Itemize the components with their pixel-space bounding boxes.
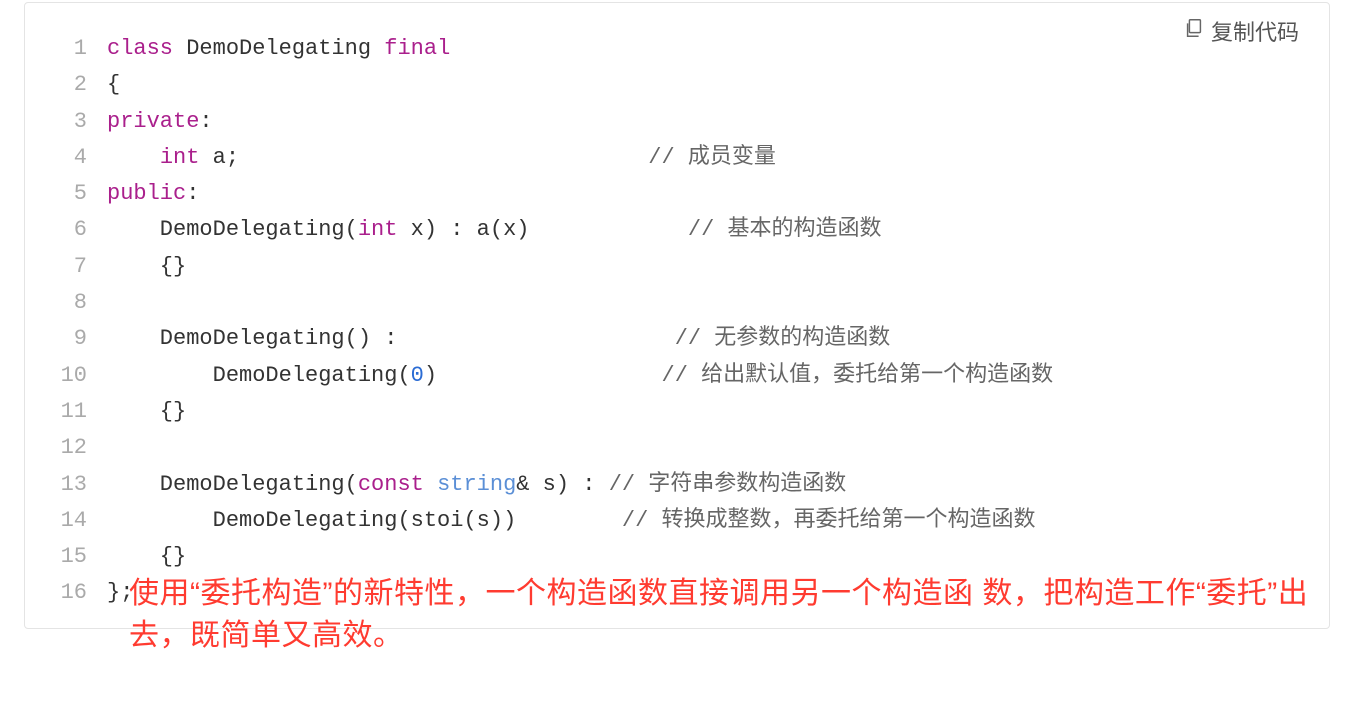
code-content: DemoDelegating() : // 无参数的构造函数 xyxy=(107,321,890,357)
code-content: DemoDelegating(const string& s) : // 字符串… xyxy=(107,467,846,503)
code-content: int a; // 成员变量 xyxy=(107,140,776,176)
code-content: DemoDelegating(0) // 给出默认值，委托给第一个构造函数 xyxy=(107,358,1053,394)
code-content: private: xyxy=(107,104,213,140)
line-number: 4 xyxy=(49,140,107,176)
code-line: 1class DemoDelegating final xyxy=(49,31,1305,67)
code-line: 8 xyxy=(49,285,1305,321)
code-line: 15 {} xyxy=(49,539,1305,575)
copy-button-label: 复制代码 xyxy=(1211,15,1299,47)
line-number: 3 xyxy=(49,104,107,140)
line-number: 12 xyxy=(49,430,107,466)
code-line: 3private: xyxy=(49,104,1305,140)
annotation-text: 使用“委托构造”的新特性，一个构造函数直接调用另一个构造函 数，把构造工作“委托… xyxy=(129,573,1329,657)
code-content: {} xyxy=(107,539,186,575)
code-line: 5public: xyxy=(49,176,1305,212)
line-number: 16 xyxy=(49,575,107,611)
code-content: class DemoDelegating final xyxy=(107,31,450,67)
copy-icon xyxy=(1183,17,1205,45)
line-number: 5 xyxy=(49,176,107,212)
line-number: 10 xyxy=(49,358,107,394)
line-number: 9 xyxy=(49,321,107,357)
code-content: {} xyxy=(107,249,186,285)
line-number: 8 xyxy=(49,285,107,321)
line-number: 2 xyxy=(49,67,107,103)
code-line: 10 DemoDelegating(0) // 给出默认值，委托给第一个构造函数 xyxy=(49,358,1305,394)
code-content: DemoDelegating(int x) : a(x) // 基本的构造函数 xyxy=(107,212,882,248)
code-content: DemoDelegating(stoi(s)) // 转换成整数，再委托给第一个… xyxy=(107,503,1036,539)
code-panel: 复制代码 1class DemoDelegating final2{3priva… xyxy=(24,2,1330,629)
code-content: public: xyxy=(107,176,199,212)
line-number: 11 xyxy=(49,394,107,430)
code-line: 2{ xyxy=(49,67,1305,103)
line-number: 14 xyxy=(49,503,107,539)
code-line: 6 DemoDelegating(int x) : a(x) // 基本的构造函… xyxy=(49,212,1305,248)
code-content: { xyxy=(107,67,120,103)
line-number: 1 xyxy=(49,31,107,67)
code-line: 12 xyxy=(49,430,1305,466)
code-content: {} xyxy=(107,394,186,430)
line-number: 6 xyxy=(49,212,107,248)
code-line: 13 DemoDelegating(const string& s) : // … xyxy=(49,467,1305,503)
line-number: 15 xyxy=(49,539,107,575)
code-line: 7 {} xyxy=(49,249,1305,285)
code-line: 9 DemoDelegating() : // 无参数的构造函数 xyxy=(49,321,1305,357)
code-line: 14 DemoDelegating(stoi(s)) // 转换成整数，再委托给… xyxy=(49,503,1305,539)
copy-button[interactable]: 复制代码 xyxy=(1183,15,1299,47)
code-line: 11 {} xyxy=(49,394,1305,430)
line-number: 13 xyxy=(49,467,107,503)
code-line: 4 int a; // 成员变量 xyxy=(49,140,1305,176)
line-number: 7 xyxy=(49,249,107,285)
code-block: 1class DemoDelegating final2{3private:4 … xyxy=(25,31,1329,612)
